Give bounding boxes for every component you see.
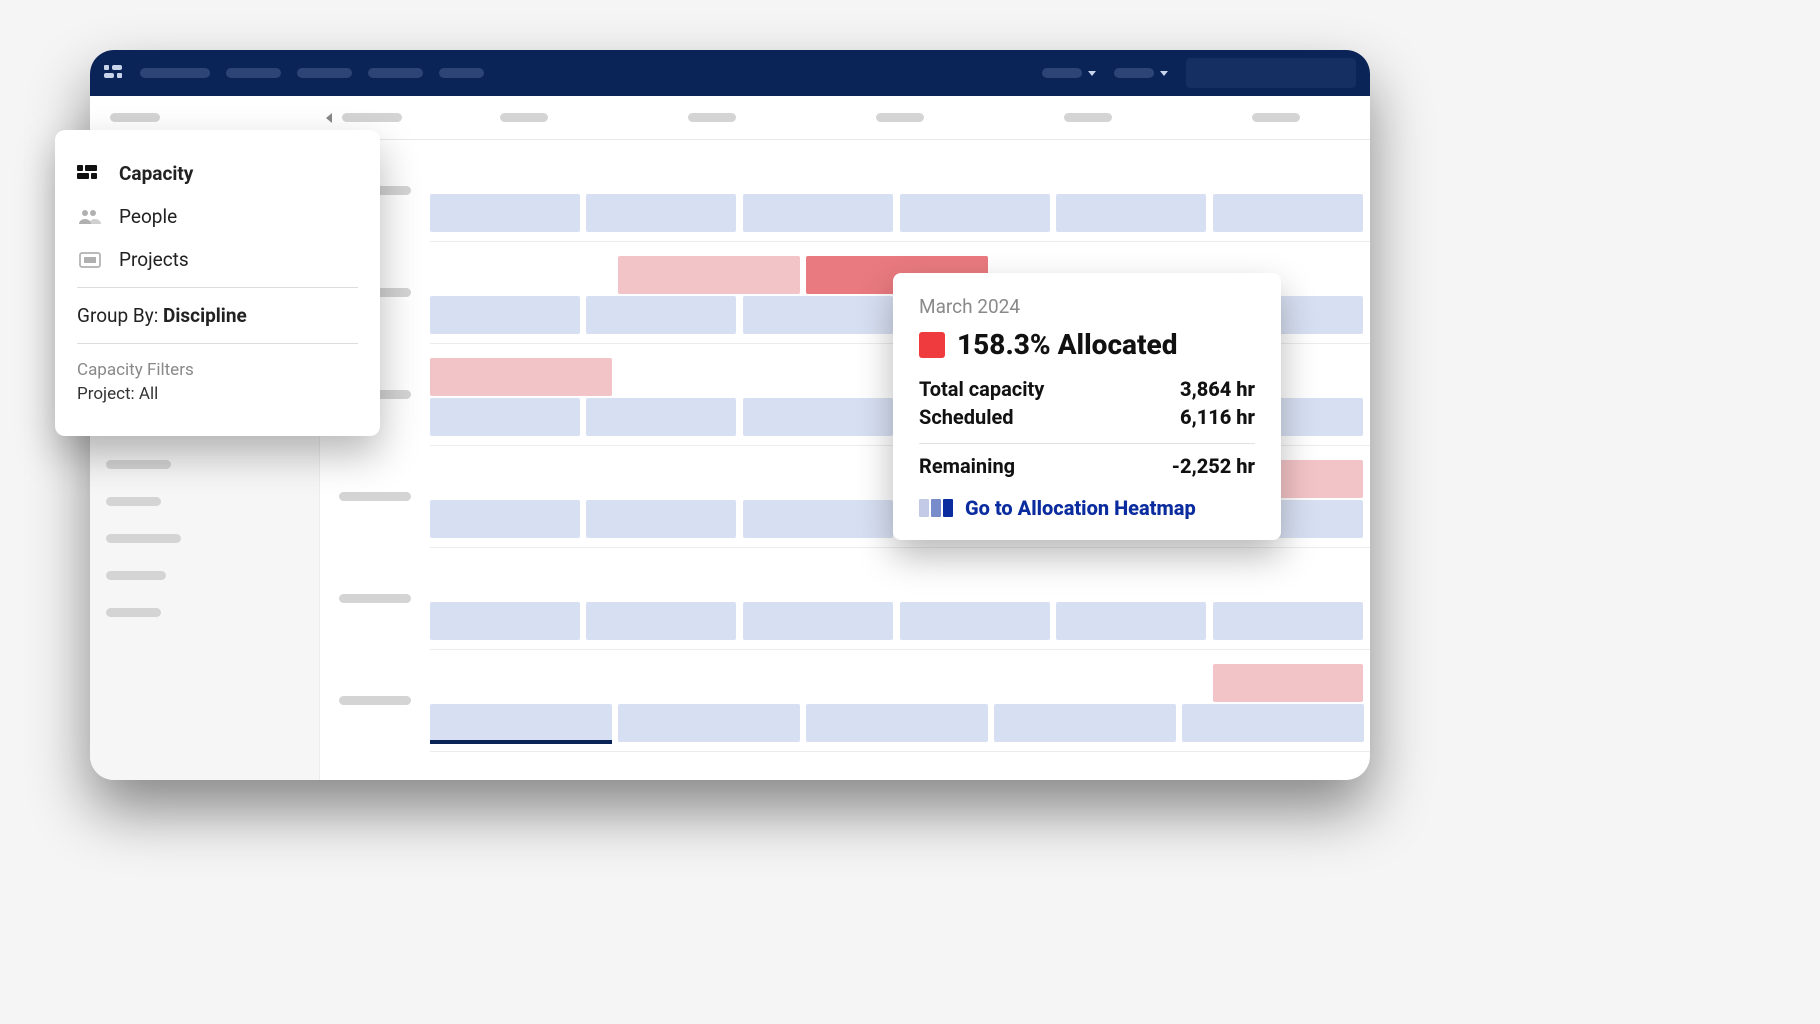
scheduled-label: Scheduled: [919, 405, 1014, 429]
remaining-value: -2,252 hr: [1172, 454, 1255, 478]
allocation-bar[interactable]: [743, 194, 893, 232]
view-option-label: People: [119, 205, 177, 228]
capacity-row: [430, 548, 1370, 650]
allocation-bar[interactable]: [430, 194, 580, 232]
allocation-bar[interactable]: [586, 398, 736, 436]
nav-dropdown[interactable]: [1042, 68, 1096, 78]
view-option-capacity[interactable]: Capacity: [55, 152, 380, 195]
remaining-label: Remaining: [919, 454, 1015, 478]
row-item[interactable]: [106, 497, 161, 506]
allocation-bar[interactable]: [1056, 194, 1206, 232]
allocation-bar[interactable]: [900, 602, 1050, 640]
view-option-label: Projects: [119, 248, 189, 271]
row-item[interactable]: [106, 534, 181, 543]
timeline-column-header[interactable]: [1182, 113, 1370, 122]
view-selector-popover: Capacity People Projects Group By: Disci…: [55, 130, 380, 436]
nav-tab[interactable]: [226, 68, 281, 78]
group-by-label: Group By:: [77, 304, 163, 327]
allocation-bar[interactable]: [994, 704, 1176, 742]
capacity-row: [430, 140, 1370, 242]
heatmap-link[interactable]: Go to Allocation Heatmap: [919, 496, 1255, 520]
allocation-bar[interactable]: [430, 602, 580, 640]
allocation-bar[interactable]: [1213, 664, 1363, 702]
allocation-bar[interactable]: [1182, 704, 1364, 742]
chevron-left-icon: [326, 113, 332, 123]
view-option-projects[interactable]: Projects: [55, 238, 380, 281]
capacity-row: [430, 650, 1370, 752]
heatmap-icon: [919, 499, 953, 517]
project-filter[interactable]: Project: All: [77, 384, 358, 404]
nav-tab[interactable]: [140, 68, 210, 78]
allocation-bar[interactable]: [586, 500, 736, 538]
row-label: [339, 492, 411, 501]
timeline-column-header[interactable]: [994, 113, 1182, 122]
nav-tab[interactable]: [439, 68, 484, 78]
allocation-bar[interactable]: [430, 500, 580, 538]
allocation-bar[interactable]: [618, 704, 800, 742]
total-capacity-value: 3,864 hr: [1180, 377, 1255, 401]
top-nav: [90, 50, 1370, 96]
timeline-prev[interactable]: [320, 113, 430, 123]
search-input[interactable]: [1186, 58, 1356, 88]
row-label: [339, 594, 411, 603]
timeline-column-header[interactable]: [618, 113, 806, 122]
allocation-bar[interactable]: [743, 398, 893, 436]
allocation-level-swatch: [919, 332, 945, 358]
allocation-bar[interactable]: [1213, 602, 1363, 640]
allocation-bar[interactable]: [743, 296, 893, 334]
capacity-icon: [77, 165, 103, 183]
chevron-down-icon: [1160, 71, 1168, 76]
allocation-bar[interactable]: [1213, 194, 1363, 232]
projects-icon: [77, 251, 103, 269]
view-option-label: Capacity: [119, 162, 193, 185]
allocation-bar[interactable]: [430, 704, 612, 742]
app-logo-icon: [104, 65, 122, 81]
allocation-bar[interactable]: [586, 296, 736, 334]
chevron-down-icon: [1088, 71, 1096, 76]
allocation-bar[interactable]: [430, 358, 612, 396]
row-item[interactable]: [106, 608, 161, 617]
row-item[interactable]: [106, 571, 166, 580]
allocation-bar[interactable]: [743, 602, 893, 640]
allocation-bar[interactable]: [806, 704, 988, 742]
heatmap-link-label: Go to Allocation Heatmap: [965, 496, 1196, 520]
nav-tabs: [140, 68, 484, 78]
timeline-column-header[interactable]: [430, 113, 618, 122]
allocation-percentage: 158.3% Allocated: [957, 328, 1177, 361]
allocation-bar[interactable]: [430, 296, 580, 334]
allocation-tooltip: March 2024 158.3% Allocated Total capaci…: [893, 273, 1281, 540]
nav-tab[interactable]: [297, 68, 352, 78]
filters-heading: Capacity Filters: [77, 360, 358, 380]
group-by-value: Discipline: [163, 304, 247, 327]
allocation-bar[interactable]: [430, 398, 580, 436]
total-capacity-label: Total capacity: [919, 377, 1044, 401]
nav-tab[interactable]: [368, 68, 423, 78]
allocation-bar[interactable]: [586, 602, 736, 640]
row-label: [339, 696, 411, 705]
allocation-bar[interactable]: [900, 194, 1050, 232]
allocation-bar[interactable]: [586, 194, 736, 232]
tooltip-month: March 2024: [919, 295, 1255, 318]
allocation-bar[interactable]: [1056, 602, 1206, 640]
timeline-column-header[interactable]: [806, 113, 994, 122]
nav-dropdown[interactable]: [1114, 68, 1168, 78]
group-by-row[interactable]: Group By: Discipline: [55, 294, 380, 337]
people-icon: [77, 208, 103, 226]
scheduled-value: 6,116 hr: [1180, 405, 1255, 429]
allocation-bar[interactable]: [743, 500, 893, 538]
view-option-people[interactable]: People: [55, 195, 380, 238]
row-item[interactable]: [106, 460, 171, 469]
allocation-bar[interactable]: [618, 256, 800, 294]
